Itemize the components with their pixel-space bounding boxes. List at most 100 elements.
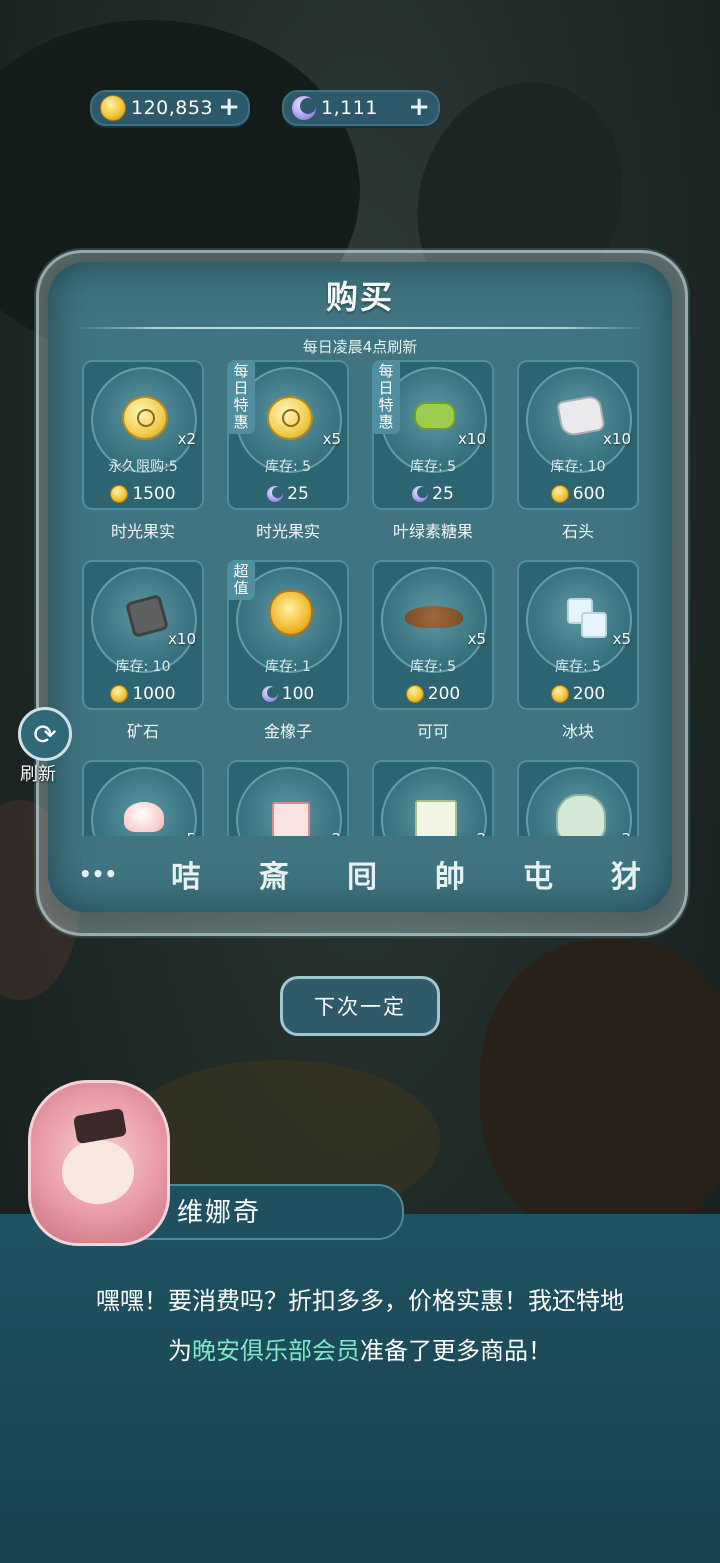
candy-icon xyxy=(414,402,456,430)
shop-item-card[interactable]: 2 xyxy=(517,760,639,836)
shop-title: 购买 xyxy=(325,278,394,316)
price-value: 100 xyxy=(281,684,315,704)
coin-icon xyxy=(405,685,424,703)
time-fruit-icon xyxy=(122,396,168,440)
moon-currency-icon xyxy=(267,486,284,502)
refresh-hint: 每日凌晨4点刷新 xyxy=(302,338,418,356)
shop-item-card[interactable]: x2 永久限购:5 1500 xyxy=(82,360,204,510)
npc-name: 维娜奇 xyxy=(177,1198,262,1228)
item-stock: 库存: 1 xyxy=(264,659,312,675)
food-category-icon[interactable]: 咭 xyxy=(160,852,212,896)
coin-icon xyxy=(100,95,126,121)
price-value: 200 xyxy=(572,684,606,704)
dialog-text[interactable]: 嘿嘿！要消费吗？折扣多多，价格实惠！我还特地 为晚安俱乐部会员准备了更多商品！ xyxy=(0,1276,720,1376)
dialog-line-2-suffix: 准备了更多商品！ xyxy=(360,1337,552,1365)
shop-item-card[interactable]: x10 库存: 10 600 xyxy=(517,360,639,510)
refresh-button[interactable]: ⟳ xyxy=(18,707,72,761)
item-stock: 库存: 5 xyxy=(554,659,602,675)
flower-jar-icon xyxy=(556,794,606,836)
item-quantity: x5 xyxy=(322,430,341,448)
item-price: 25 xyxy=(374,484,492,504)
item-price: 25 xyxy=(229,484,347,504)
item-quantity: x10 xyxy=(458,430,486,448)
moon-amount: 1,111 xyxy=(321,97,378,119)
price-value: 1500 xyxy=(132,484,176,504)
refresh-icon: ⟳ xyxy=(33,717,57,751)
shop-item-card[interactable]: 2 xyxy=(372,760,494,836)
ice-cube-icon xyxy=(581,612,607,638)
item-name: 石头 xyxy=(561,522,594,541)
price-value: 200 xyxy=(427,684,461,704)
item-stock: 库存: 5 xyxy=(409,659,457,675)
price-value: 25 xyxy=(287,484,309,504)
cream-icon xyxy=(124,802,164,832)
refresh-label[interactable]: 刷新 xyxy=(20,760,56,786)
seed-category-icon[interactable]: 斎 xyxy=(248,852,300,896)
add-moons-button[interactable]: + xyxy=(408,94,430,120)
shop-item-card[interactable]: x5 库存: 5 200 xyxy=(372,560,494,710)
item-price: 200 xyxy=(519,684,637,704)
dialog-line-2: 为晚安俱乐部会员准备了更多商品！ xyxy=(0,1326,720,1376)
item-quantity: x2 xyxy=(177,430,196,448)
coin-icon xyxy=(110,485,129,503)
stone-icon xyxy=(556,394,606,438)
coin-icon xyxy=(550,485,569,503)
item-quantity: 2 xyxy=(476,830,486,836)
moon-balance: 1,111 + xyxy=(282,90,440,126)
item-quantity: x10 xyxy=(603,430,631,448)
coin-icon xyxy=(110,685,129,703)
coin-amount: 120,853 xyxy=(131,97,214,119)
price-value: 600 xyxy=(572,484,606,504)
shop-item-card[interactable]: x10 每日特惠库存: 5 25 xyxy=(372,360,494,510)
shop-item-card[interactable]: 超值库存: 1 100 xyxy=(227,560,349,710)
item-grid: x2 永久限购:5 1500 时光果实 x5 每日特惠库存: 5 25 时光果实 x10 每日特惠… xyxy=(60,356,660,836)
coin-icon xyxy=(550,685,569,703)
item-price: 600 xyxy=(519,484,637,504)
deal-tag: 每日特惠 xyxy=(372,360,400,434)
item-price: 1500 xyxy=(84,484,202,504)
club-member-link[interactable]: 晚安俱乐部会员 xyxy=(192,1337,360,1365)
shop-item-card[interactable]: 5 xyxy=(82,760,204,836)
item-name: 冰块 xyxy=(561,722,594,741)
more-icon[interactable]: ••• xyxy=(72,852,124,896)
deal-tag: 超值 xyxy=(227,560,255,600)
item-quantity: 5 xyxy=(186,830,196,836)
dialog-line-1: 嘿嘿！要消费吗？折扣多多，价格实惠！我还特地 xyxy=(96,1287,624,1315)
item-name: 矿石 xyxy=(126,722,159,741)
title-divider xyxy=(75,327,645,329)
cocoa-icon xyxy=(405,606,463,628)
item-quantity: 2 xyxy=(621,830,631,836)
item-quantity: 2 xyxy=(331,830,341,836)
deal-tag: 每日特惠 xyxy=(227,360,255,434)
shop-item-card[interactable]: 2 xyxy=(227,760,349,836)
item-quantity: x5 xyxy=(612,630,631,648)
plant-category-icon[interactable]: 屯 xyxy=(512,852,564,896)
item-name: 时光果实 xyxy=(110,522,175,541)
dialog-line-2-prefix: 为 xyxy=(168,1337,192,1365)
moon-currency-icon xyxy=(261,686,278,702)
item-quantity: x10 xyxy=(168,630,196,648)
item-price: 1000 xyxy=(84,684,202,704)
item-stock: 库存: 5 xyxy=(409,459,457,475)
npc-face xyxy=(62,1140,134,1204)
item-stock: 库存: 10 xyxy=(115,659,171,675)
dialog-box xyxy=(0,1214,720,1563)
shop-item-card[interactable]: x5 库存: 5 200 xyxy=(517,560,639,710)
item-stock: 库存: 5 xyxy=(264,459,312,475)
item-name: 时光果实 xyxy=(255,522,320,541)
item-name: 叶绿素糖果 xyxy=(392,522,473,541)
flower-category-icon[interactable]: 帥 xyxy=(424,852,476,896)
furniture-category-icon[interactable]: 囘 xyxy=(336,852,388,896)
shop-item-card[interactable]: x10 库存: 10 1000 xyxy=(82,560,204,710)
add-coins-button[interactable]: + xyxy=(218,94,240,120)
seed-bag-icon xyxy=(415,800,457,836)
shop-item-card[interactable]: x5 每日特惠库存: 5 25 xyxy=(227,360,349,510)
item-stock: 永久限购:5 xyxy=(108,459,178,475)
moon-currency-icon xyxy=(412,486,429,502)
price-value: 1000 xyxy=(132,684,176,704)
category-tab-bar: ••• 咭斎囘帥屯犲 xyxy=(72,848,652,900)
item-price: 200 xyxy=(374,684,492,704)
maybe-next-time-button[interactable]: 下次一定 xyxy=(280,976,440,1036)
coin-balance: 120,853 + xyxy=(90,90,250,126)
clothing-category-icon[interactable]: 犲 xyxy=(600,852,652,896)
